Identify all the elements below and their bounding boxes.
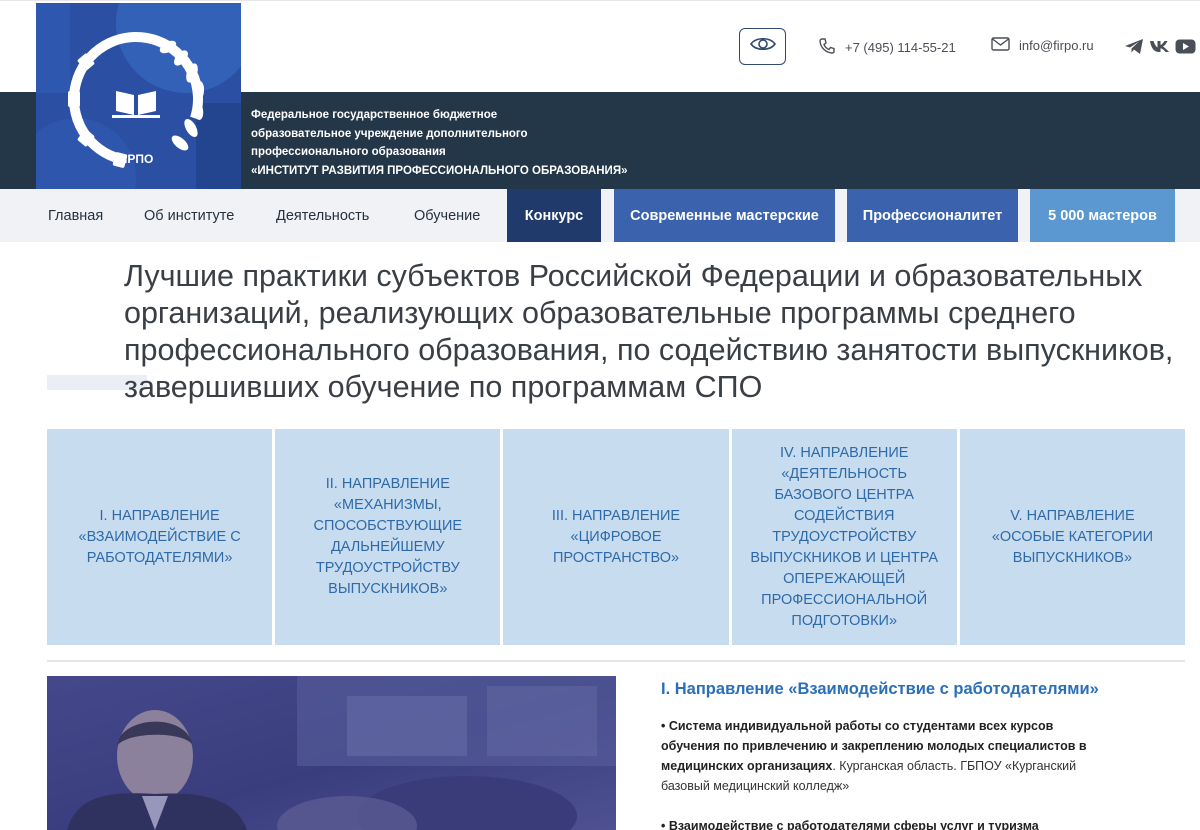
vk-icon[interactable] <box>1149 35 1170 57</box>
eye-icon <box>749 36 776 57</box>
direction-tile-5[interactable]: V. Направление «Особые категории выпускн… <box>959 429 1186 645</box>
practice-item: • Взаимодействие с работодателями сферы … <box>661 816 1101 830</box>
youtube-icon[interactable] <box>1175 35 1196 57</box>
telegram-icon[interactable] <box>1123 35 1144 57</box>
nav-button-professionalitet[interactable]: Профессионалитет <box>847 189 1018 242</box>
phone-number[interactable]: +7 (495) 114-55-21 <box>845 40 956 55</box>
org-name-line: образовательное учреждение дополнительно… <box>251 127 528 140</box>
accessibility-button[interactable] <box>739 28 786 65</box>
org-name-line: профессионального образования <box>251 146 446 158</box>
logo-text: ИРПО <box>119 152 154 166</box>
practice-item: • Система индивидуальной работы со студе… <box>661 716 1101 796</box>
irpo-logo[interactable]: ИРПО <box>36 3 241 189</box>
org-name-line: Федеральное государственное бюджетное <box>251 109 498 121</box>
nav-button-konkurs[interactable]: Конкурс <box>507 189 601 242</box>
practice-title[interactable]: • Взаимодействие с работодателями сферы … <box>661 819 1039 830</box>
nav-button-workshops[interactable]: Современные мастерские <box>614 189 835 242</box>
mail-icon <box>991 37 1010 54</box>
section-photo <box>47 676 616 830</box>
email-address[interactable]: info@firpo.ru <box>1019 38 1094 53</box>
direction-tile-1[interactable]: I. Направление «Взаимодействие с работод… <box>47 429 273 645</box>
nav-item-about[interactable]: Об институте <box>144 189 234 242</box>
page-title: Лучшие практики субъектов Российской Фед… <box>124 259 1174 404</box>
social-links <box>1123 35 1196 57</box>
direction-tile-4[interactable]: IV. Направление «Деятельность базового ц… <box>731 429 957 645</box>
organization-name: Федеральное государственное бюджетное об… <box>251 106 671 180</box>
phone-icon <box>818 37 836 58</box>
org-name-line: «ИНСТИТУТ РАЗВИТИЯ ПРОФЕССИОНАЛЬНОГО ОБР… <box>251 164 628 177</box>
section-divider <box>47 660 1185 662</box>
email-contact[interactable]: info@firpo.ru <box>991 37 1094 54</box>
main-navigation: Главная Об институте Деятельность Обучен… <box>0 189 1200 242</box>
nav-item-education[interactable]: Обучение <box>414 189 480 242</box>
nav-item-activity[interactable]: Деятельность <box>276 189 369 242</box>
direction-tile-3[interactable]: III. Направление «Цифровое пространство» <box>503 429 729 645</box>
direction-tiles: I. Направление «Взаимодействие с работод… <box>47 429 1186 645</box>
nav-item-home[interactable]: Главная <box>48 189 103 242</box>
direction-tile-2[interactable]: II. Направление «Механизмы, способствующ… <box>275 429 501 645</box>
section-title: I. Направление «Взаимодействие с работод… <box>661 680 1099 698</box>
nav-button-5000-masters[interactable]: 5 000 мастеров <box>1030 189 1175 242</box>
phone-contact[interactable]: +7 (495) 114-55-21 <box>818 37 956 58</box>
